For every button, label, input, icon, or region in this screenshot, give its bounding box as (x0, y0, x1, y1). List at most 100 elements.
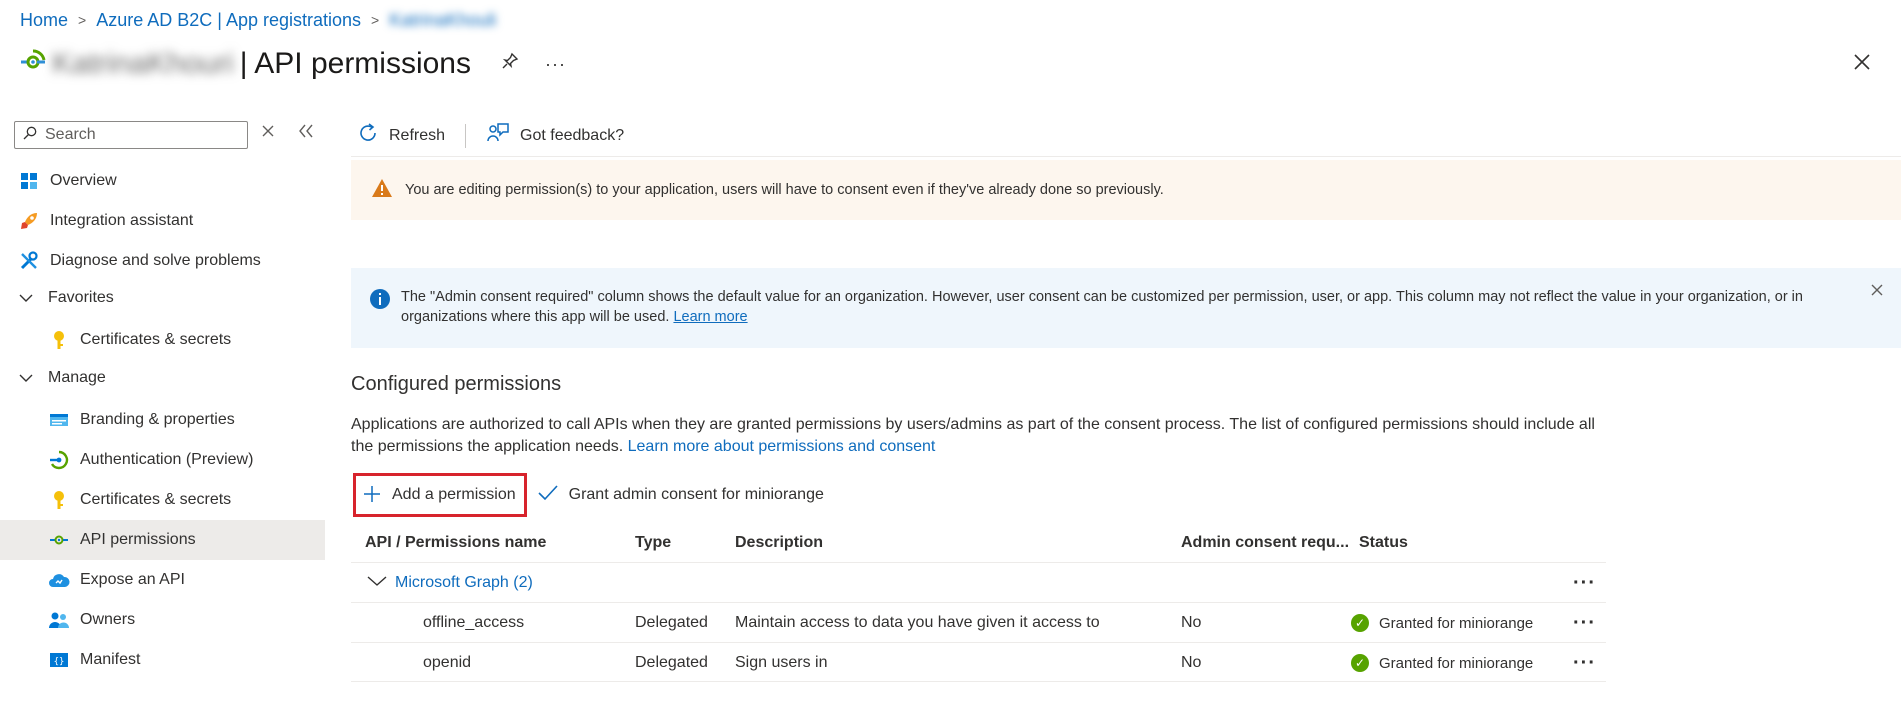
info-icon (369, 288, 391, 316)
section-title: Configured permissions (351, 373, 562, 395)
column-header-description[interactable]: Description (735, 525, 823, 561)
permission-name-link[interactable]: offline_access (423, 603, 524, 643)
search-icon (23, 126, 37, 145)
toolbar-divider (465, 124, 467, 148)
feedback-button[interactable]: Got feedback? (486, 122, 624, 150)
info-text: The "Admin consent required" column show… (401, 289, 1803, 325)
more-icon[interactable]: ··· (1573, 643, 1596, 683)
manifest-icon: {} (48, 649, 70, 671)
warning-banner: You are editing permission(s) to your ap… (351, 160, 1901, 220)
sidebar-item-label: Overview (50, 172, 117, 189)
status-text: Granted for miniorange (1379, 654, 1534, 672)
group-link[interactable]: Microsoft Graph (2) (395, 574, 533, 592)
sidebar-item-authentication[interactable]: Authentication (Preview) (0, 440, 325, 480)
api-permissions-icon (18, 47, 48, 82)
page-header: KatrinaKhouri | API permissions ··· (18, 42, 566, 86)
sidebar-item-certificates[interactable]: Certificates & secrets (0, 480, 325, 520)
info-banner: The "Admin consent required" column show… (351, 268, 1901, 348)
collapse-sidebar-icon[interactable] (298, 122, 314, 143)
clear-search-icon[interactable] (262, 124, 274, 142)
sidebar-item-expose-api[interactable]: Expose an API (0, 560, 325, 600)
more-icon[interactable]: ··· (545, 54, 566, 75)
status-badge: ✓ Granted for miniorange (1351, 643, 1533, 683)
breadcrumb-app-name[interactable]: KatrinaKhouli (389, 10, 496, 31)
plus-icon (362, 482, 382, 508)
close-icon[interactable] (1871, 282, 1883, 302)
sidebar-item-label: Certificates & secrets (80, 331, 232, 348)
sidebar-item-label: Authentication (Preview) (80, 451, 254, 468)
breadcrumb-separator-icon: > (78, 12, 87, 28)
sidebar-item-api-permissions[interactable]: API permissions (0, 520, 325, 560)
breadcrumb-app-registrations[interactable]: Azure AD B2C | App registrations (96, 10, 361, 31)
close-icon[interactable] (1853, 50, 1871, 78)
refresh-label: Refresh (389, 127, 446, 144)
check-circle-icon: ✓ (1351, 654, 1369, 672)
add-permission-label: Add a permission (392, 486, 516, 503)
svg-text:{}: {} (54, 657, 65, 667)
sidebar-group-favorites[interactable]: Favorites (0, 278, 325, 318)
column-header-name[interactable]: API / Permissions name (365, 525, 546, 561)
info-learn-more-link[interactable]: Learn more (673, 309, 747, 325)
sidebar-item-branding[interactable]: Branding & properties (0, 400, 325, 440)
chevron-down-icon[interactable] (367, 574, 387, 592)
breadcrumb: Home > Azure AD B2C | App registrations … (20, 8, 496, 32)
sidebar-item-manifest[interactable]: {} Manifest (0, 640, 325, 680)
column-header-status[interactable]: Status (1359, 525, 1408, 561)
permission-type: Delegated (635, 654, 708, 671)
description-text: Applications are authorized to call APIs… (351, 416, 1595, 455)
more-icon[interactable]: ··· (1573, 603, 1596, 643)
permission-type: Delegated (635, 614, 708, 631)
feedback-icon (486, 122, 510, 150)
table-row: openid Delegated Sign users in No ✓ Gran… (351, 642, 1606, 682)
admin-consent-value: No (1181, 614, 1202, 631)
column-header-admin-consent[interactable]: Admin consent requ... (1181, 525, 1349, 561)
sidebar-group-label: Favorites (48, 289, 114, 306)
check-circle-icon: ✓ (1351, 614, 1369, 632)
more-icon[interactable]: ··· (1573, 563, 1596, 603)
sidebar-item-integration-assistant[interactable]: Integration assistant (0, 201, 325, 241)
sidebar-item-label: Manifest (80, 651, 141, 668)
check-icon (537, 482, 559, 508)
permission-description: Sign users in (735, 654, 828, 671)
sidebar-group-label: Manage (48, 369, 106, 386)
learn-more-permissions-link[interactable]: Learn more about permissions and consent (628, 438, 936, 455)
sidebar-item-owners[interactable]: Owners (0, 600, 325, 640)
sidebar-search[interactable] (14, 121, 248, 149)
sidebar-item-label: Expose an API (80, 571, 185, 588)
sidebar-item-label: API permissions (80, 531, 196, 548)
sidebar-item-certificates-fav[interactable]: Certificates & secrets (0, 320, 325, 360)
table-row: offline_access Delegated Maintain access… (351, 602, 1606, 642)
grant-admin-consent-button[interactable]: Grant admin consent for miniorange (537, 482, 824, 508)
app-name: KatrinaKhouri (52, 47, 234, 80)
sidebar-item-overview[interactable]: Overview (0, 161, 325, 201)
warning-text: You are editing permission(s) to your ap… (405, 182, 1164, 198)
add-permission-button[interactable]: Add a permission (353, 473, 527, 517)
group-cell[interactable]: Microsoft Graph (2) (367, 563, 533, 603)
refresh-button[interactable]: Refresh (357, 122, 445, 150)
breadcrumb-home[interactable]: Home (20, 10, 68, 31)
refresh-icon (357, 122, 379, 150)
sidebar-item-label: Branding & properties (80, 411, 235, 428)
wrench-icon (18, 250, 40, 272)
admin-consent-value: No (1181, 654, 1202, 671)
page-title: | API permissions (239, 47, 471, 80)
status-badge: ✓ Granted for miniorange (1351, 603, 1533, 643)
section-description: Applications are authorized to call APIs… (351, 414, 1621, 458)
pin-icon[interactable] (501, 52, 519, 76)
column-header-type[interactable]: Type (635, 525, 671, 561)
toolbar-divider-line (351, 156, 1901, 157)
sidebar-item-diagnose[interactable]: Diagnose and solve problems (0, 241, 325, 281)
api-icon (48, 529, 70, 551)
search-input[interactable] (43, 125, 238, 145)
people-icon (48, 609, 70, 631)
permission-name-link[interactable]: openid (423, 643, 471, 683)
permission-description: Maintain access to data you have given i… (735, 614, 1100, 631)
command-bar: Refresh Got feedback? (357, 122, 624, 150)
table-group-row: Microsoft Graph (2) ··· (351, 562, 1606, 602)
rocket-icon (18, 210, 40, 232)
sidebar-item-label: Certificates & secrets (80, 491, 232, 508)
sidebar-group-manage[interactable]: Manage (0, 358, 325, 398)
auth-icon (48, 449, 70, 471)
status-text: Granted for miniorange (1379, 614, 1534, 632)
sidebar-item-label: Diagnose and solve problems (50, 252, 261, 269)
